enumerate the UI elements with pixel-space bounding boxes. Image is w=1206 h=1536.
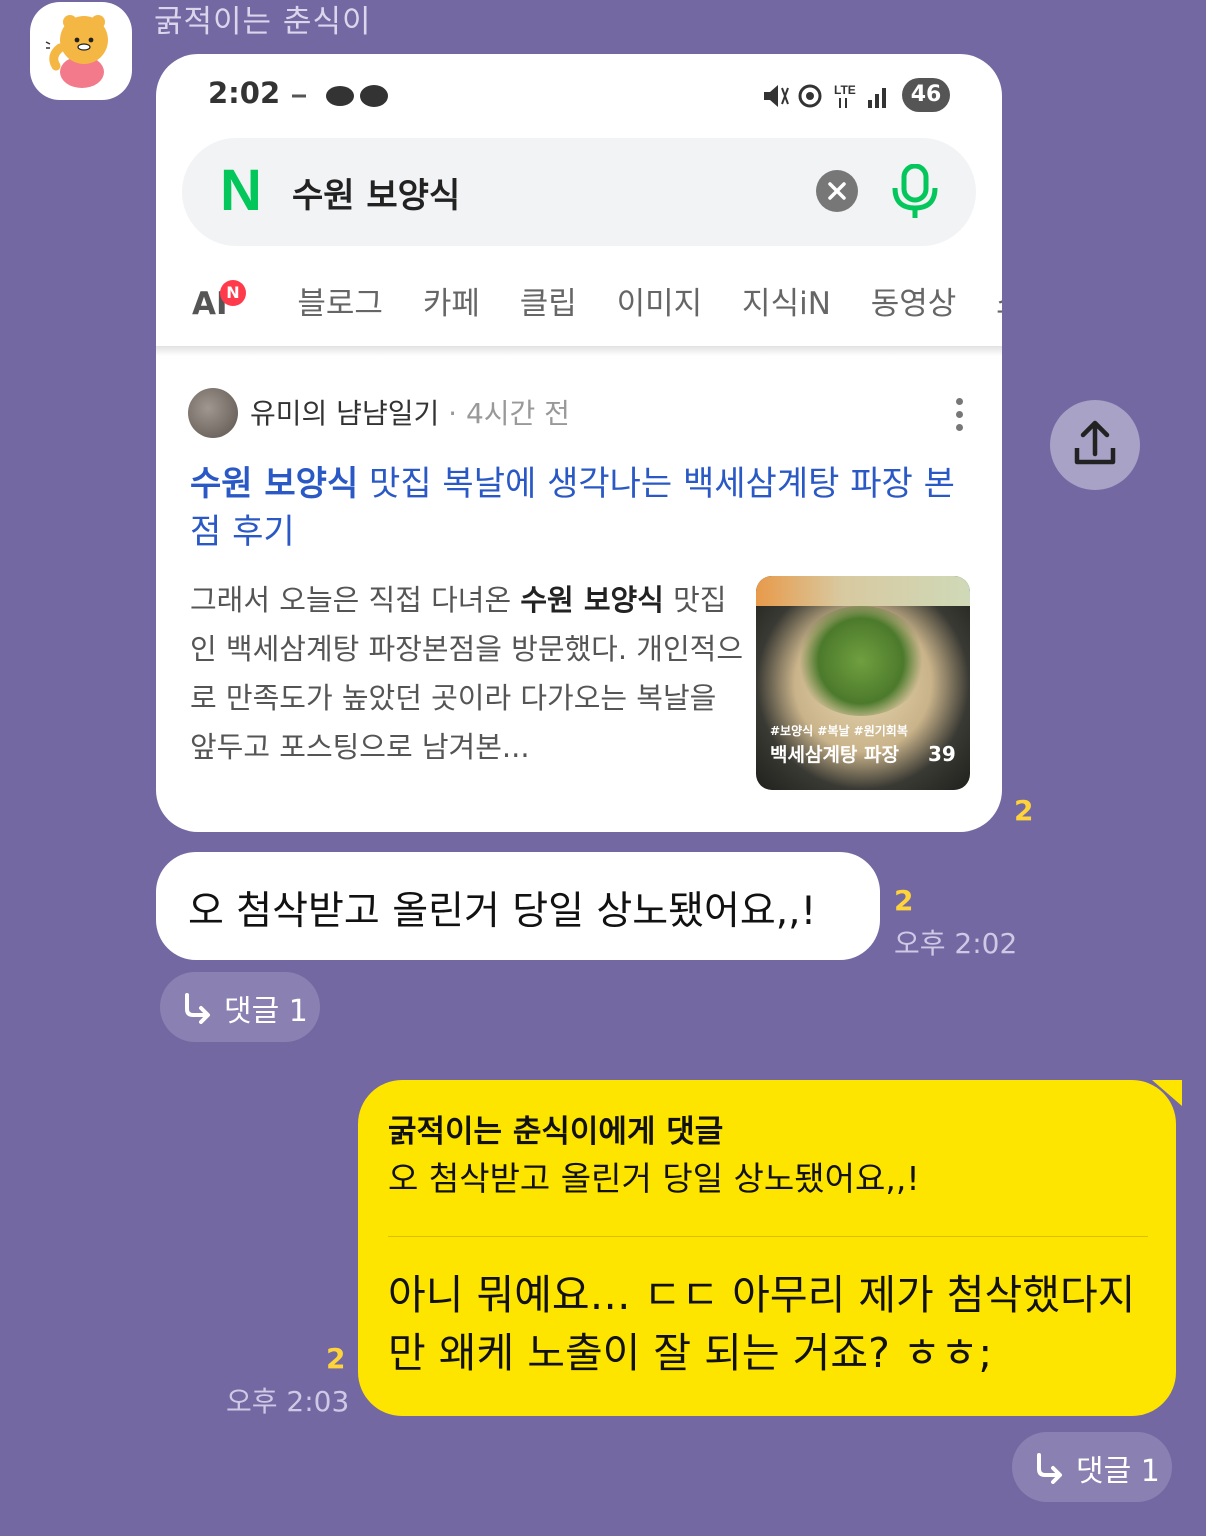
tab-shopping[interactable]: 쇼 bbox=[996, 278, 1002, 323]
search-bar[interactable]: N 수원 보양식 bbox=[182, 138, 976, 246]
thumb-garnish bbox=[756, 576, 970, 606]
search-query[interactable]: 수원 보양식 bbox=[292, 168, 460, 217]
tab-image[interactable]: 이미지 bbox=[617, 278, 703, 323]
reply-button[interactable]: 댓글 1 bbox=[160, 972, 320, 1042]
share-button[interactable] bbox=[1050, 400, 1140, 490]
excerpt-highlight: 수원 보양식 bbox=[520, 583, 664, 617]
tab-kin[interactable]: 지식iN bbox=[742, 278, 831, 323]
avatar[interactable] bbox=[30, 2, 132, 100]
message-time: 오후 2:03 bbox=[226, 1385, 350, 1418]
title-highlight: 수원 보양식 bbox=[190, 464, 359, 504]
new-badge: N bbox=[220, 280, 246, 306]
reply-arrow-icon bbox=[185, 993, 210, 1024]
result-thumbnail[interactable]: #보양식 #복날 #원기회복 백세삼계탕 파장 39 bbox=[756, 576, 970, 790]
tab-cafe[interactable]: 카페 bbox=[423, 278, 480, 323]
close-icon bbox=[828, 182, 846, 200]
divider bbox=[156, 346, 1002, 356]
read-count: 2 bbox=[894, 884, 914, 917]
reply-count: 댓글 1 bbox=[1076, 1454, 1160, 1489]
thumb-garnish bbox=[796, 606, 926, 716]
character-avatar-icon bbox=[45, 15, 108, 88]
svg-text:LTE: LTE bbox=[834, 83, 856, 97]
my-message-bubble[interactable]: 굵적이는 춘식이에게 댓글 오 첨삭받고 올린거 당일 상노됐어요,,! 아니 … bbox=[358, 1080, 1176, 1416]
blog-name: 유미의 냠냠일기 bbox=[250, 397, 440, 430]
read-count: 2 bbox=[326, 1342, 346, 1375]
result-title[interactable]: 수원 보양식 맛집 복날에 생각나는 백세삼계탕 파장 본점 후기 bbox=[190, 460, 970, 556]
tab-blog[interactable]: 블로그 bbox=[297, 278, 383, 323]
thumb-tags: #보양식 #복날 #원기회복 bbox=[770, 724, 908, 738]
message-text: 아니 뭐예요… ㄷㄷ 아무리 제가 첨삭했다지만 왜케 노출이 잘 되는 거죠?… bbox=[388, 1271, 1136, 1377]
shared-screenshot-card[interactable]: 2:02 LTE 46 N 수원 보양식 AI N 블로그 카페 클립 이미지 … bbox=[156, 54, 1002, 832]
thumb-count: 39 bbox=[928, 742, 956, 766]
reply-button[interactable]: 댓글 1 bbox=[1012, 1432, 1172, 1502]
tab-ai[interactable]: AI N bbox=[192, 280, 258, 322]
status-time: 2:02 bbox=[208, 76, 281, 110]
result-excerpt: 그래서 오늘은 직접 다녀온 수원 보양식 맛집인 백세삼계탕 파장본점을 방문… bbox=[190, 576, 750, 772]
notification-icons bbox=[292, 85, 388, 107]
message-text: 오 첨삭받고 올린거 당일 상노됐어요,,! bbox=[188, 889, 817, 934]
clear-search-button[interactable] bbox=[816, 170, 858, 212]
tab-video[interactable]: 동영상 bbox=[871, 278, 957, 323]
blog-avatar[interactable] bbox=[188, 388, 238, 438]
message-bubble[interactable]: 오 첨삭받고 올린거 당일 상노됐어요,,! bbox=[156, 852, 880, 960]
excerpt-text: 그래서 오늘은 직접 다녀온 bbox=[190, 583, 521, 617]
sender-name: 굵적이는 춘식이 bbox=[154, 4, 372, 40]
blog-meta[interactable]: 유미의 냠냠일기 · 4시간 전 bbox=[250, 392, 570, 432]
share-icon bbox=[1074, 420, 1116, 465]
search-tabs: AIN 블로그 카페 클립 이미지 지식iN 동영상 쇼 bbox=[192, 278, 1002, 330]
divider bbox=[388, 1236, 1148, 1237]
thumb-title: 백세삼계탕 파장 bbox=[770, 744, 899, 766]
more-options-icon[interactable] bbox=[956, 398, 964, 437]
reply-header: 굵적이는 춘식이에게 댓글 bbox=[388, 1114, 724, 1150]
reply-arrow-icon bbox=[1037, 1453, 1062, 1484]
reply-count: 댓글 1 bbox=[224, 994, 308, 1029]
tab-clip[interactable]: 클립 bbox=[520, 278, 577, 323]
read-count: 2 bbox=[1014, 794, 1034, 827]
post-time: · 4시간 전 bbox=[448, 397, 570, 430]
message-time: 오후 2:02 bbox=[894, 927, 1018, 960]
status-indicators-icon: LTE bbox=[764, 83, 886, 108]
battery-indicator: 46 bbox=[902, 78, 950, 112]
naver-logo-icon: N bbox=[220, 158, 262, 223]
quoted-message[interactable]: 오 첨삭받고 올린거 당일 상노됐어요,,! bbox=[388, 1152, 920, 1200]
microphone-icon[interactable] bbox=[890, 164, 940, 220]
